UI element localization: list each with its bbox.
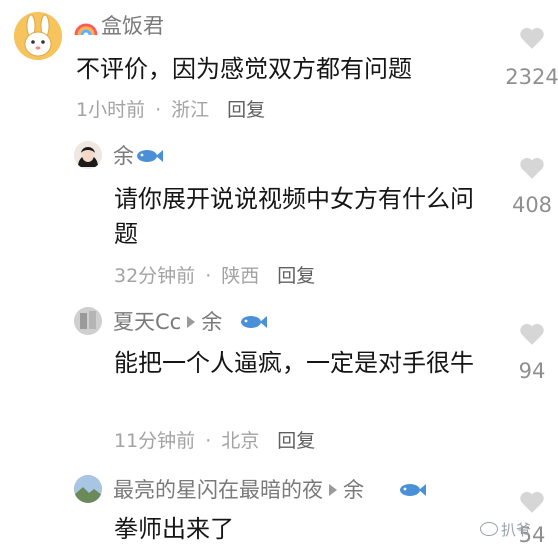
photo-avatar-icon bbox=[74, 307, 102, 335]
reply-button[interactable]: 回复 bbox=[277, 430, 315, 452]
heart-icon bbox=[520, 323, 544, 345]
comment-text: 能把一个人逼疯，一定是对手很牛 bbox=[114, 349, 474, 377]
comment-location: 北京 bbox=[221, 430, 260, 452]
landscape-avatar-icon bbox=[74, 475, 102, 503]
like-button[interactable]: 408 bbox=[502, 156, 558, 218]
comment-username[interactable]: 最亮的星闪在最暗的夜 bbox=[113, 478, 323, 502]
comment-meta: 1小时前 · 浙江 回复 bbox=[76, 99, 266, 121]
reply-to-username[interactable]: 余 bbox=[343, 478, 364, 502]
reply-to-username[interactable]: 余 bbox=[201, 310, 222, 334]
fish-icon bbox=[136, 147, 164, 165]
comment-username[interactable]: 夏天Cc bbox=[113, 310, 181, 334]
like-button[interactable]: 2324 bbox=[502, 26, 558, 90]
avatar[interactable] bbox=[74, 307, 102, 335]
comment-reply-header: 最亮的星闪在最暗的夜余 bbox=[113, 476, 364, 504]
comment-username[interactable]: 盒饭君 bbox=[101, 12, 164, 40]
comment-location: 陕西 bbox=[221, 265, 260, 287]
fish-icon bbox=[240, 313, 268, 331]
girl-avatar-icon bbox=[74, 141, 102, 169]
comment-time: 1小时前 bbox=[76, 99, 146, 121]
reply-button[interactable]: 回复 bbox=[227, 99, 265, 121]
like-button[interactable]: 94 bbox=[502, 322, 558, 384]
like-count: 94 bbox=[518, 359, 546, 383]
comment-time: 32分钟前 bbox=[114, 265, 196, 287]
comment-meta: 32分钟前 · 陕西 回复 bbox=[114, 265, 316, 287]
comment-location: 浙江 bbox=[171, 99, 210, 121]
like-count: 2324 bbox=[505, 65, 558, 89]
reply-arrow-icon bbox=[187, 316, 196, 328]
fish-icon bbox=[399, 481, 427, 499]
watermark-text: 扒爷 bbox=[501, 521, 532, 539]
rabbit-avatar-icon bbox=[14, 12, 62, 60]
watermark: 扒爷 bbox=[480, 520, 531, 540]
comment-text: 拳师出来了 bbox=[114, 515, 234, 543]
reply-arrow-icon bbox=[329, 484, 337, 496]
reply-button[interactable]: 回复 bbox=[277, 265, 315, 287]
avatar[interactable] bbox=[14, 12, 62, 60]
comment-reply-header: 夏天Cc 余 bbox=[113, 308, 222, 336]
comment-meta: 11分钟前 · 北京 回复 bbox=[114, 430, 316, 452]
watermark-logo-icon bbox=[480, 522, 498, 536]
heart-icon bbox=[520, 157, 544, 179]
comment-text: 请你展开说说视频中女方有什么问题 bbox=[114, 185, 474, 248]
heart-icon bbox=[520, 27, 544, 49]
comment-text: 不评价，因为感觉双方都有问题 bbox=[76, 55, 412, 83]
comment-time: 11分钟前 bbox=[114, 430, 196, 452]
like-count: 408 bbox=[511, 193, 553, 217]
comment-username[interactable]: 余 bbox=[113, 142, 134, 170]
avatar[interactable] bbox=[74, 141, 102, 169]
heart-icon bbox=[520, 491, 544, 513]
avatar[interactable] bbox=[74, 475, 102, 503]
rainbow-icon bbox=[74, 15, 98, 39]
